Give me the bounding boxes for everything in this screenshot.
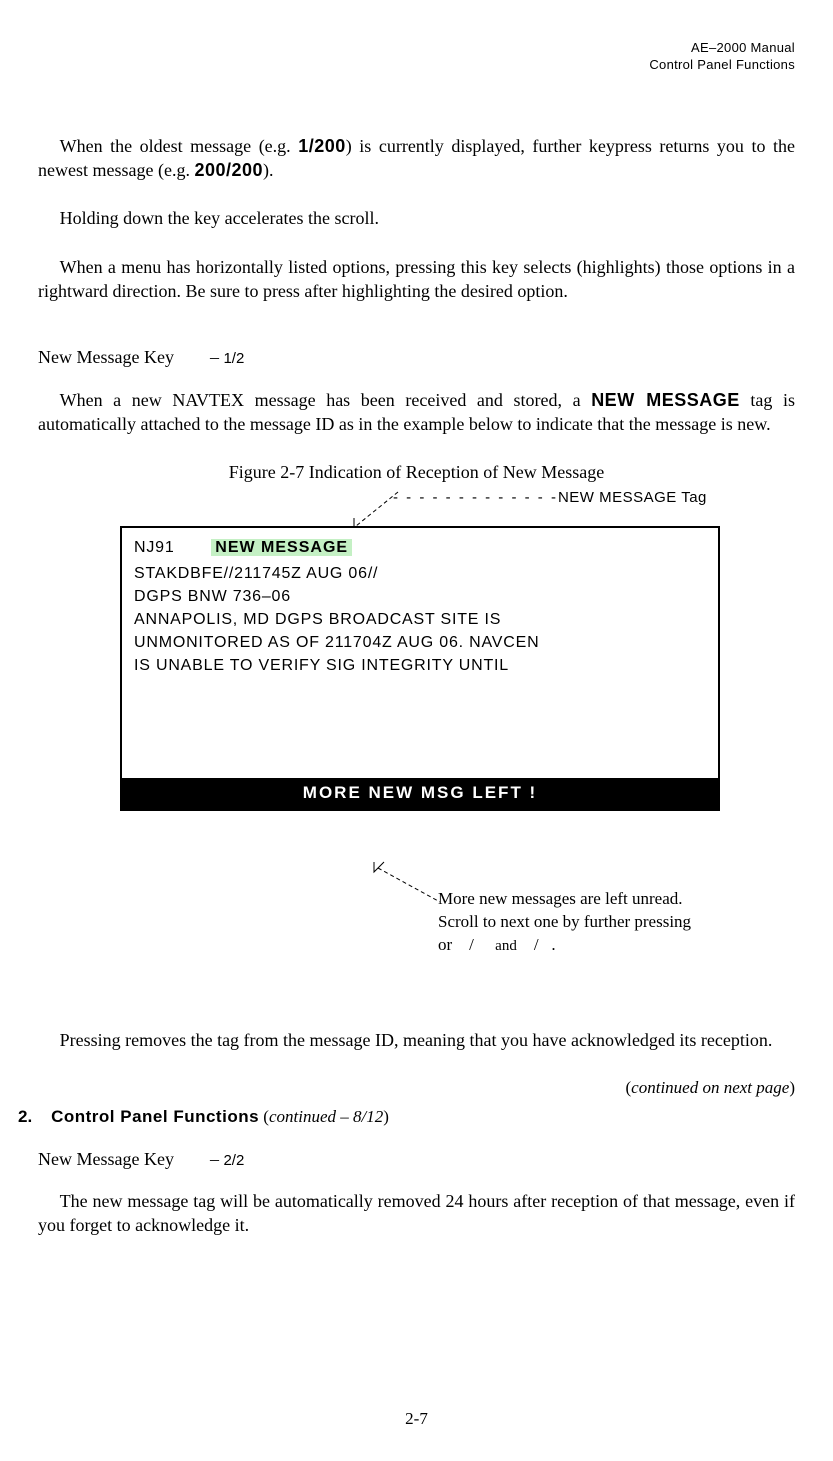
section-name: Control Panel Functions (51, 1107, 259, 1126)
section1-dash: – (210, 347, 219, 367)
contright-b: continued on next page (631, 1078, 789, 1097)
cont-c: ) (383, 1107, 389, 1126)
section1-fraction: 1/2 (223, 350, 244, 367)
section2-dash: – (210, 1149, 219, 1169)
more-callout-line-3: or / and / . (438, 934, 788, 957)
contright-c: ) (789, 1078, 795, 1097)
section-number: 2. (18, 1107, 32, 1126)
display-line-5: IS UNABLE TO VERIFY SIG INTEGRITY UNTIL (134, 654, 706, 677)
callout-dashes: - - - - - - - - - - - - - (393, 489, 558, 506)
p4-text-a: When a new NAVTEX message has been recei… (60, 390, 592, 410)
paragraph-3: When a menu has horizontally listed opti… (38, 255, 795, 304)
display-line-2: DGPS BNW 736–06 (134, 585, 706, 608)
callout-text: NEW MESSAGE Tag (558, 489, 707, 506)
header-line-2: Control Panel Functions (38, 57, 795, 74)
figure-caption: Figure 2-7 Indication of Reception of Ne… (38, 460, 795, 484)
display-line-1: STAKDBFE//211745Z AUG 06// (134, 562, 706, 585)
section2-fraction: 2/2 (223, 1152, 244, 1169)
paragraph-1: When the oldest message (e.g. 1/200) is … (38, 134, 795, 183)
page-number: 2-7 (0, 1408, 833, 1431)
navtex-display-box: NJ91 NEW MESSAGE STAKDBFE//211745Z AUG 0… (120, 526, 720, 810)
section2-label: New Message Key (38, 1149, 174, 1169)
p4-bold: NEW MESSAGE (591, 390, 740, 410)
section1-label: New Message Key (38, 347, 174, 367)
paragraph-6: The new message tag will be automaticall… (38, 1189, 795, 1238)
page-header: AE–2000 Manual Control Panel Functions (38, 40, 795, 74)
more-new-msg-bar: MORE NEW MSG LEFT ! (122, 778, 718, 809)
display-line-3: ANNAPOLIS, MD DGPS BROADCAST SITE IS (134, 608, 706, 631)
new-message-tag-callout: - - - - - - - - - - - - -NEW MESSAGE Tag (393, 488, 707, 508)
paragraph-4: When a new NAVTEX message has been recei… (38, 388, 795, 437)
cont-a: ( (259, 1107, 269, 1126)
paragraph-5: Pressing removes the tag from the messag… (38, 1028, 795, 1052)
more-callout-line-2: Scroll to next one by further pressing (438, 911, 788, 934)
p1-text-a: When the oldest message (e.g. (60, 136, 299, 156)
more-callout-line-1: More new messages are left unread. (438, 888, 788, 911)
p1-code-1: 1/200 (298, 136, 346, 156)
mc3c: and (495, 938, 517, 954)
figure-2-7: - - - - - - - - - - - - -NEW MESSAGE Tag… (38, 488, 795, 948)
section-new-message-key-2: New Message Key – 2/2 (38, 1147, 795, 1171)
p1-code-2: 200/200 (194, 160, 263, 180)
display-id-line: NJ91 NEW MESSAGE (134, 536, 706, 559)
new-message-tag: NEW MESSAGE (211, 539, 352, 556)
mc3b: / (469, 935, 474, 954)
p1-text-e: ). (263, 160, 274, 180)
callout-arrow-top-icon (348, 490, 408, 530)
paragraph-2: Holding down the key accelerates the scr… (38, 206, 795, 230)
section-new-message-key-1: New Message Key – 1/2 (38, 345, 795, 369)
mc3e: . (551, 935, 555, 954)
cont-b: continued – 8/12 (269, 1107, 383, 1126)
mc3d: / (534, 935, 539, 954)
display-line-4: UNMONITORED AS OF 211704Z AUG 06. NAVCEN (134, 631, 706, 654)
header-line-1: AE–2000 Manual (38, 40, 795, 57)
more-messages-callout: More new messages are left unread. Scrol… (438, 888, 788, 957)
section-cont: (continued – 8/12) (259, 1107, 389, 1126)
display-content: NJ91 NEW MESSAGE STAKDBFE//211745Z AUG 0… (122, 528, 718, 777)
section-2-title: 2. Control Panel Functions (continued – … (18, 1106, 795, 1129)
mc3a: or (438, 935, 452, 954)
message-id: NJ91 (134, 539, 175, 556)
continued-on-next-page: (continued on next page) (38, 1077, 795, 1100)
